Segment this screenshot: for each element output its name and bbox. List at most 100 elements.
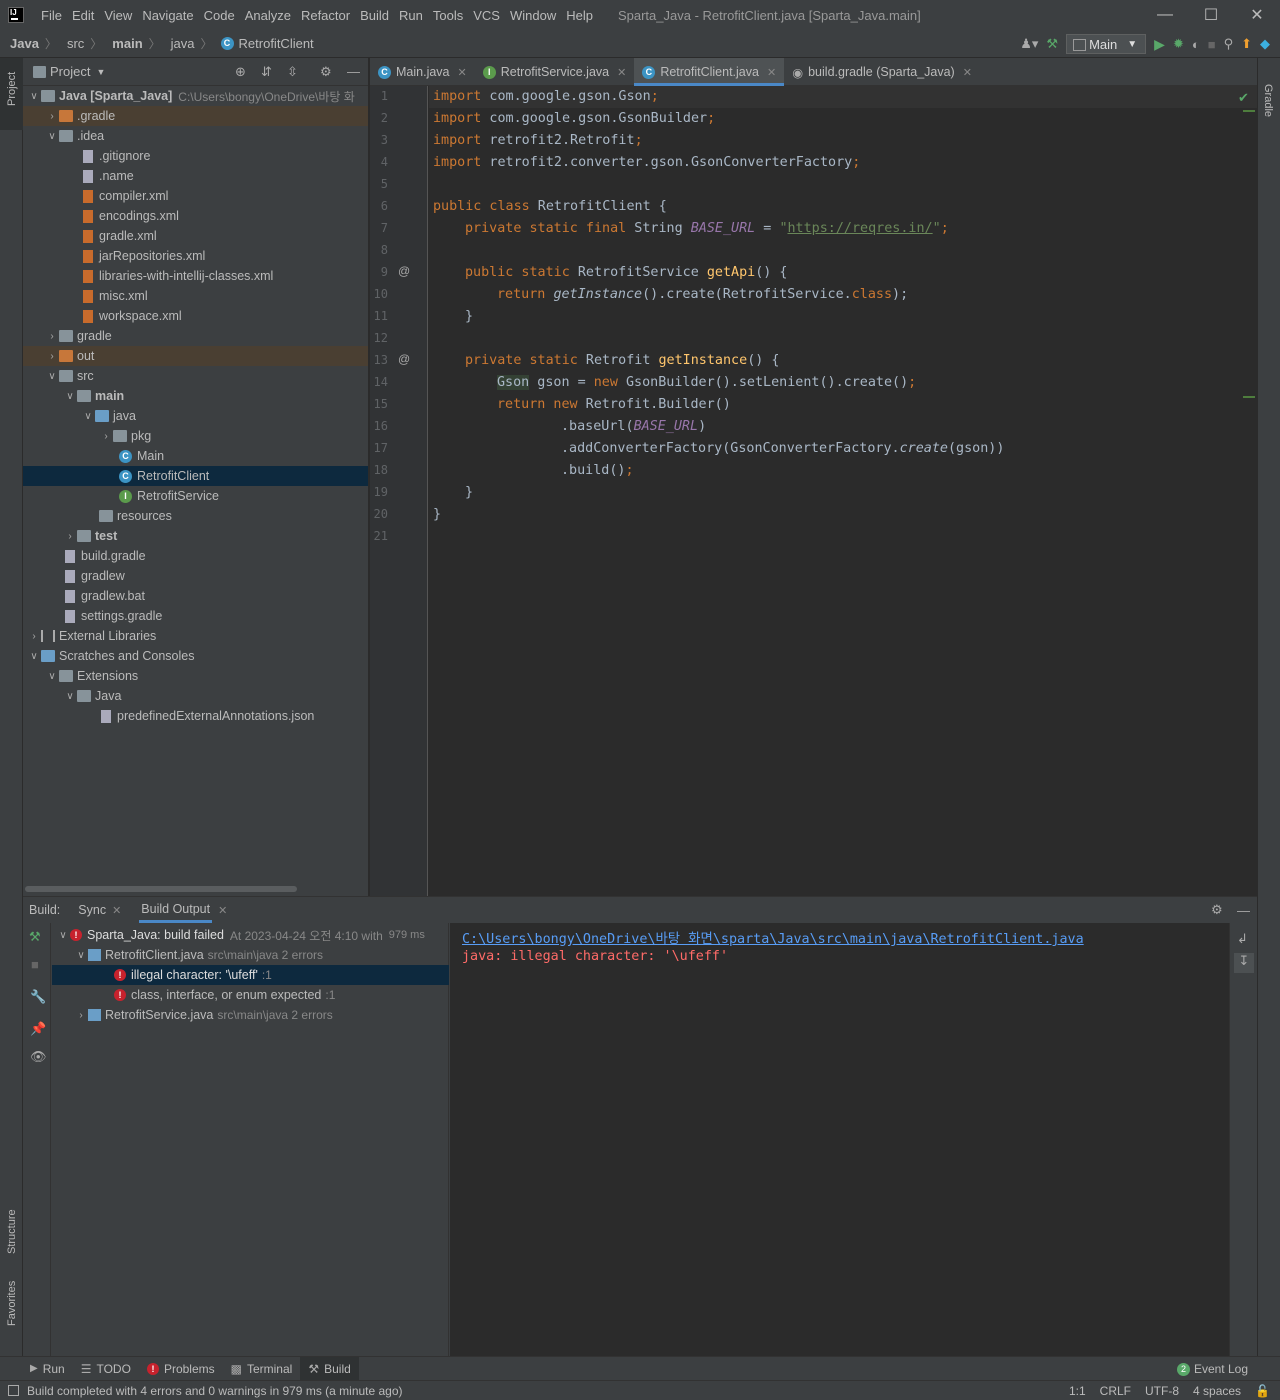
menu-tools[interactable]: Tools <box>428 8 468 23</box>
soft-wrap-icon[interactable]: ↲ <box>1237 931 1248 947</box>
project-tool-tab[interactable]: Project <box>6 72 18 106</box>
minimize-icon[interactable]: — <box>1142 6 1188 24</box>
tool-tab-terminal[interactable]: ▩ Terminal <box>223 1357 301 1381</box>
tree-item-root[interactable]: ∨ Java [Sparta_Java] C:\Users\bongy\OneD… <box>23 86 368 106</box>
chevron-down-icon[interactable]: ∨ <box>45 371 59 382</box>
breadcrumb-java[interactable]: Java <box>0 36 39 51</box>
tree-item[interactable]: ∨ Java <box>23 686 368 706</box>
build-hammer-icon[interactable]: ⚒ <box>29 929 41 945</box>
menu-window[interactable]: Window <box>505 8 561 23</box>
chevron-down-icon[interactable]: ∨ <box>27 91 41 102</box>
menu-vcs[interactable]: VCS <box>468 8 505 23</box>
stop-icon[interactable]: ■ <box>1208 37 1216 52</box>
tree-item[interactable]: gradlew <box>23 566 368 586</box>
chevron-right-icon[interactable]: › <box>45 111 59 122</box>
menu-refactor[interactable]: Refactor <box>296 8 355 23</box>
build-tree-root[interactable]: ∨ ! Sparta_Java: build failed At 2023-04… <box>52 925 449 945</box>
tree-item[interactable]: › test <box>23 526 368 546</box>
tab-sync[interactable]: Sync <box>78 903 106 917</box>
menu-build[interactable]: Build <box>355 8 394 23</box>
tool-tab-build[interactable]: ⚒ Build <box>300 1356 359 1381</box>
chevron-down-icon[interactable]: ▼ <box>96 67 105 77</box>
tree-item[interactable]: ∨ src <box>23 366 368 386</box>
tool-tab-problems[interactable]: ! Problems <box>139 1357 223 1381</box>
build-tree-file[interactable]: ∨ RetrofitClient.java src\main\java 2 er… <box>52 945 449 965</box>
tab-retrofitservice-java[interactable]: I RetrofitService.java ✕ <box>475 58 635 86</box>
build-tree-file[interactable]: › RetrofitService.java src\main\java 2 e… <box>52 1005 449 1025</box>
tree-item[interactable]: › gradle <box>23 326 368 346</box>
tree-item[interactable]: gradle.xml <box>23 226 368 246</box>
checkmark-icon[interactable]: ✔ <box>1238 90 1249 106</box>
chevron-down-icon[interactable]: ∨ <box>56 930 70 941</box>
tree-item[interactable]: ∨ main <box>23 386 368 406</box>
tab-main-java[interactable]: C Main.java ✕ <box>370 58 475 86</box>
tree-item[interactable]: settings.gradle <box>23 606 368 626</box>
chevron-down-icon[interactable]: ∨ <box>63 391 77 402</box>
tree-item[interactable]: › External Libraries <box>23 626 368 646</box>
hide-icon[interactable]: — <box>1237 903 1250 918</box>
tab-build-output[interactable]: Build Output <box>139 898 213 923</box>
tree-item[interactable]: workspace.xml <box>23 306 368 326</box>
coverage-icon[interactable]: ◐ <box>1192 37 1200 52</box>
chevron-down-icon[interactable]: ∨ <box>63 691 77 702</box>
update-icon[interactable]: ⬆ <box>1241 36 1252 52</box>
close-tab-icon[interactable]: ✕ <box>218 904 227 917</box>
tree-item[interactable]: jarRepositories.xml <box>23 246 368 266</box>
favorites-tool-tab[interactable]: Favorites <box>6 1281 18 1326</box>
close-tab-icon[interactable]: ✕ <box>617 66 626 79</box>
collapse-all-icon[interactable]: ⇳ <box>287 64 298 80</box>
tree-item[interactable]: build.gradle <box>23 546 368 566</box>
chevron-down-icon[interactable]: ∨ <box>81 411 95 422</box>
tool-tab-todo[interactable]: ☰ TODO <box>73 1357 139 1381</box>
menu-navigate[interactable]: Navigate <box>137 8 198 23</box>
stop-icon[interactable]: ■ <box>31 957 39 972</box>
locate-icon[interactable]: ⊕ <box>235 64 246 80</box>
overrides-method-icon[interactable]: @ <box>398 264 410 278</box>
breadcrumb-retrofitclient[interactable]: RetrofitClient <box>239 36 314 51</box>
menu-edit[interactable]: Edit <box>67 8 99 23</box>
pin-icon[interactable]: 📌 <box>30 1021 46 1037</box>
tree-item[interactable]: › out <box>23 346 368 366</box>
menu-file[interactable]: File <box>36 8 67 23</box>
chevron-right-icon[interactable]: › <box>45 351 59 362</box>
close-tab-icon[interactable]: ✕ <box>112 904 121 917</box>
tree-item-selected[interactable]: C RetrofitClient <box>23 466 368 486</box>
chevron-right-icon[interactable]: › <box>27 631 41 642</box>
tree-item[interactable]: › pkg <box>23 426 368 446</box>
tree-item[interactable]: misc.xml <box>23 286 368 306</box>
close-tab-icon[interactable]: ✕ <box>767 66 776 79</box>
lock-icon[interactable]: 🔓 <box>1255 1384 1270 1398</box>
tree-item[interactable]: ∨ Extensions <box>23 666 368 686</box>
tree-item[interactable]: predefinedExternalAnnotations.json <box>23 706 368 726</box>
code-editor[interactable]: import com.google.gson.Gson; import com.… <box>429 86 1257 896</box>
structure-tool-tab[interactable]: Structure <box>6 1209 18 1254</box>
status-message[interactable]: Build completed with 4 errors and 0 warn… <box>27 1384 403 1398</box>
tab-retrofitclient-java[interactable]: C RetrofitClient.java ✕ <box>634 58 785 86</box>
tree-item[interactable]: libraries-with-intellij-classes.xml <box>23 266 368 286</box>
breadcrumb-java-dir[interactable]: java <box>161 36 195 51</box>
run-icon[interactable]: ▶ <box>1154 36 1165 53</box>
tree-item[interactable]: .name <box>23 166 368 186</box>
tree-item[interactable]: ∨ Scratches and Consoles <box>23 646 368 666</box>
chevron-right-icon[interactable]: › <box>99 431 113 442</box>
build-error-item[interactable]: ! class, interface, or enum expected :1 <box>52 985 449 1005</box>
horizontal-scrollbar[interactable] <box>25 886 297 892</box>
debug-icon[interactable]: ✹ <box>1173 36 1184 52</box>
search-icon[interactable]: ⚲ <box>1224 36 1234 52</box>
tree-item[interactable]: C Main <box>23 446 368 466</box>
close-tab-icon[interactable]: ✕ <box>458 66 467 79</box>
maximize-icon[interactable]: ☐ <box>1188 5 1234 25</box>
wrench-icon[interactable]: 🔧 <box>30 989 46 1005</box>
tool-tab-run[interactable]: ▶ Run <box>22 1357 73 1381</box>
tree-item[interactable]: encodings.xml <box>23 206 368 226</box>
file-encoding[interactable]: UTF-8 <box>1145 1384 1179 1398</box>
chevron-down-icon[interactable]: ∨ <box>45 671 59 682</box>
chevron-right-icon[interactable]: › <box>63 531 77 542</box>
breadcrumb-src[interactable]: src <box>57 36 84 51</box>
tree-item[interactable]: I RetrofitService <box>23 486 368 506</box>
event-log-button[interactable]: 2 Event Log <box>1176 1357 1248 1381</box>
gear-icon[interactable]: ⚙ <box>1211 902 1223 918</box>
line-separator[interactable]: CRLF <box>1100 1384 1131 1398</box>
menu-code[interactable]: Code <box>199 8 240 23</box>
tree-item[interactable]: .gitignore <box>23 146 368 166</box>
